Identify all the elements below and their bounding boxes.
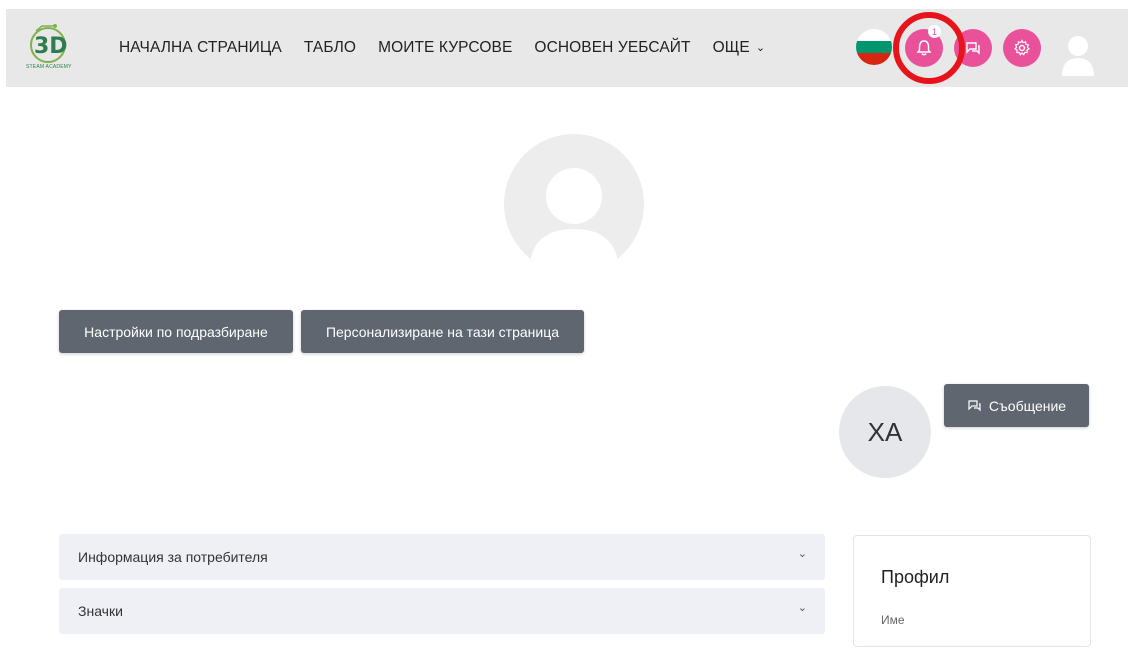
default-user-icon [529,168,619,274]
customize-page-button[interactable]: Персонализиране на тази страница [301,310,584,353]
logo-3d-icon: 3D [30,24,68,63]
section-user-info[interactable]: Информация за потребителя ⌄ [59,534,825,580]
logo-text: STEAM ACADEMY [26,64,72,70]
user-silhouette-icon [1062,36,1094,76]
profile-card-title: Профил [881,567,950,587]
nav-my-courses[interactable]: МОИТЕ КУРСОВЕ [378,39,512,57]
nav-more-dropdown[interactable]: ОЩЕ ⌄ [713,39,766,57]
settings-button[interactable] [1003,29,1041,67]
chevron-down-icon: ⌄ [755,42,766,54]
svg-text:3D: 3D [34,34,68,59]
nav-main-website[interactable]: ОСНОВЕН УЕБСАЙТ [534,39,690,57]
user-initials-avatar: ХА [839,386,931,478]
profile-card: Профил Име [853,535,1091,647]
nav-dashboard[interactable]: ТАБЛО [304,39,356,57]
user-initials: ХА [867,416,903,447]
nav-more-label: ОЩЕ [712,39,750,56]
reset-to-default-button[interactable]: Настройки по подразбиране [59,310,293,353]
language-flag-icon[interactable] [856,29,892,65]
top-navbar: 3D STEAM ACADEMY НАЧАЛНА СТРАНИЦА ТАБЛО … [6,9,1128,87]
profile-picture [504,134,644,274]
send-message-button[interactable]: Съобщение [944,384,1089,427]
chevron-down-icon: ⌄ [797,602,807,614]
message-bubbles-icon [968,399,981,411]
section-label: Значки [78,603,123,619]
user-menu-avatar-icon[interactable] [1060,34,1096,78]
gear-icon [1014,39,1030,56]
chevron-down-icon: ⌄ [797,548,807,560]
profile-field-name-label: Име [881,613,905,627]
chat-bubbles-icon [966,42,980,55]
site-logo[interactable]: 3D STEAM ACADEMY [24,22,86,75]
nav-home[interactable]: НАЧАЛНА СТРАНИЦА [119,39,282,57]
highlight-circle-annotation [893,12,965,84]
main-nav: НАЧАЛНА СТРАНИЦА ТАБЛО МОИТЕ КУРСОВЕ ОСН… [119,9,765,87]
section-label: Информация за потребителя [78,549,268,565]
section-badges[interactable]: Значки ⌄ [59,588,825,634]
message-button-label: Съобщение [988,397,1067,414]
